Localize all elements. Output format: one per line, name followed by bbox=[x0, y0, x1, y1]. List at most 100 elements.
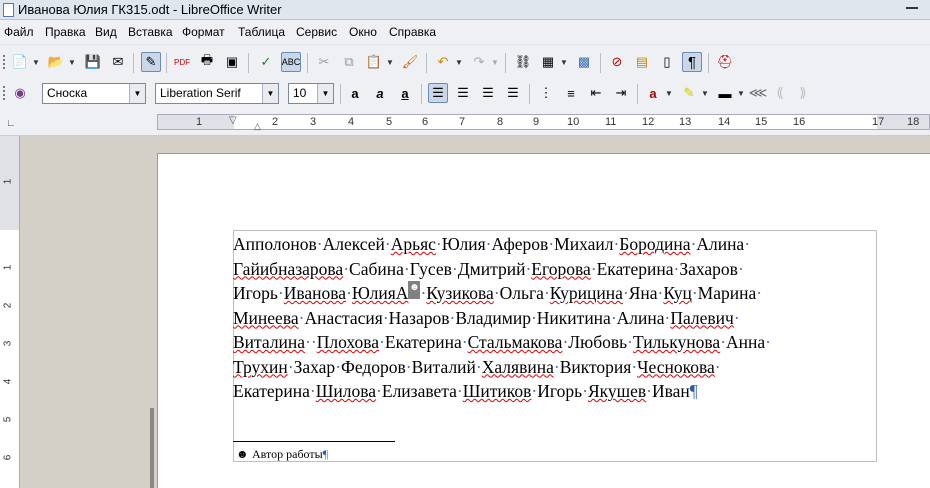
menu-help[interactable]: Справка bbox=[389, 25, 436, 39]
redo-icon[interactable]: ↷ bbox=[469, 52, 489, 72]
table-icon[interactable]: ▦ bbox=[538, 52, 558, 72]
word: Михаил bbox=[554, 234, 614, 254]
image-icon[interactable]: ▩ bbox=[574, 52, 594, 72]
window-title: Иванова Юлия ГК315.odt - LibreOffice Wri… bbox=[18, 2, 282, 17]
first-indent-marker[interactable]: ▽ bbox=[229, 115, 237, 126]
formatting-marks-icon[interactable]: ¶ bbox=[682, 52, 702, 72]
word: Виталий bbox=[411, 356, 476, 377]
footnote-area[interactable]: ☻ Автор работы¶ bbox=[236, 447, 328, 462]
highlight-icon[interactable]: ✎ bbox=[679, 83, 699, 103]
separator bbox=[307, 53, 308, 73]
ruler-number: 11 bbox=[605, 116, 617, 128]
ruler-number: 2 bbox=[2, 302, 14, 309]
word: Назаров bbox=[388, 307, 450, 328]
auto-spellcheck-icon[interactable]: ABC bbox=[281, 52, 301, 72]
email-icon[interactable]: ✉ bbox=[108, 52, 128, 72]
align-center-icon[interactable]: ☰ bbox=[453, 83, 473, 103]
menu-insert[interactable]: Вставка bbox=[128, 25, 173, 39]
open-icon[interactable]: 📂 bbox=[46, 52, 66, 72]
clear-formatting-icon[interactable]: ⋘ bbox=[748, 83, 768, 103]
ruler-number: 4 bbox=[348, 116, 355, 128]
menu-window[interactable]: Окно bbox=[349, 25, 377, 39]
numbering-icon[interactable]: ⋮ bbox=[536, 83, 556, 103]
separator bbox=[248, 53, 249, 73]
minimize-button[interactable] bbox=[906, 6, 918, 9]
chevron-down-icon[interactable]: ▼ bbox=[129, 84, 145, 103]
word: Марина bbox=[697, 283, 757, 303]
align-right-icon[interactable]: ☰ bbox=[478, 83, 498, 103]
ruler-number: 3 bbox=[310, 116, 317, 128]
paragraph-style-select[interactable]: Сноска ▼ bbox=[42, 83, 146, 104]
italic-icon[interactable]: a bbox=[370, 83, 390, 103]
word: Екатерина bbox=[596, 258, 674, 279]
styles-icon[interactable]: ◉ bbox=[10, 83, 30, 103]
underline-icon[interactable]: a bbox=[395, 83, 415, 103]
font-color-icon[interactable]: a bbox=[643, 83, 663, 103]
space-mark: · bbox=[744, 234, 751, 254]
increase-indent-icon[interactable]: ⇥ bbox=[611, 83, 631, 103]
chevron-down-icon[interactable]: ▼ bbox=[386, 58, 394, 67]
copy-icon[interactable]: ⧉ bbox=[339, 52, 359, 72]
ruler-number: 12 bbox=[642, 116, 655, 128]
gallery-icon[interactable]: ▤ bbox=[632, 52, 652, 72]
toolbar-grip[interactable] bbox=[3, 86, 9, 100]
help-icon[interactable]: ⛑ bbox=[715, 52, 735, 72]
data-sources-icon[interactable]: ▯ bbox=[657, 52, 677, 72]
document-body[interactable]: Апполонов · Алексей · Арьяс · Юлия · Аферов · Миха… bbox=[233, 232, 877, 404]
footnote-anchor[interactable]: ☻ bbox=[408, 281, 421, 299]
chevron-down-icon[interactable]: ▼ bbox=[68, 58, 76, 67]
spellcheck-icon[interactable]: ✓ bbox=[256, 52, 276, 72]
font-name-select[interactable]: Liberation Serif ▼ bbox=[155, 83, 279, 104]
chevron-down-icon[interactable]: ▼ bbox=[262, 84, 278, 103]
chevron-down-icon[interactable]: ▼ bbox=[491, 58, 499, 67]
undo-icon[interactable]: ↶ bbox=[433, 52, 453, 72]
chevron-down-icon[interactable]: ▼ bbox=[701, 89, 709, 98]
ruler-number: 15 bbox=[755, 116, 768, 128]
title-bar: Иванова Юлия ГК315.odt - LibreOffice Wri… bbox=[0, 0, 930, 20]
bold-icon[interactable]: a bbox=[345, 83, 365, 103]
left-to-right-icon[interactable]: ⟪ bbox=[770, 83, 790, 103]
hyperlink-icon[interactable]: ⛓ bbox=[513, 52, 533, 72]
chevron-down-icon[interactable]: ▼ bbox=[737, 89, 745, 98]
ruler-number: 6 bbox=[422, 116, 429, 128]
edit-mode-icon[interactable]: ✎ bbox=[141, 52, 161, 72]
new-document-icon[interactable]: 📄 bbox=[10, 52, 30, 72]
cut-icon[interactable]: ✂ bbox=[314, 52, 334, 72]
vertical-ruler[interactable]: 1 1 2 3 4 5 6 bbox=[0, 136, 20, 488]
tab-stop-selector[interactable]: ∟ bbox=[6, 118, 16, 129]
chevron-down-icon[interactable]: ▼ bbox=[665, 89, 673, 98]
text-line: Игорь·Иванова·ЮлияА☻·Кузикова·Ольга·Кури… bbox=[233, 281, 877, 306]
chevron-down-icon[interactable]: ▼ bbox=[560, 58, 568, 67]
chevron-down-icon[interactable]: ▼ bbox=[32, 58, 40, 67]
menu-tools[interactable]: Сервис bbox=[296, 25, 337, 39]
print-icon[interactable]: 🖶 bbox=[197, 52, 217, 72]
horizontal-ruler[interactable]: 1 ▽ △ 2 3 4 5 6 7 8 9 10 11 12 13 14 15 … bbox=[157, 114, 930, 132]
justify-icon[interactable]: ☰ bbox=[503, 83, 523, 103]
menu-format[interactable]: Формат bbox=[182, 25, 225, 39]
left-indent-marker[interactable]: △ bbox=[254, 121, 261, 132]
clone-formatting-icon[interactable]: 🖌 bbox=[400, 52, 420, 72]
navigator-icon[interactable]: ⊘ bbox=[607, 52, 627, 72]
menu-file[interactable]: Файл bbox=[4, 25, 34, 39]
footnote-separator bbox=[233, 441, 395, 442]
print-preview-icon[interactable]: ▣ bbox=[222, 52, 242, 72]
save-icon[interactable]: 💾 bbox=[83, 52, 103, 72]
chevron-down-icon[interactable]: ▼ bbox=[317, 84, 333, 103]
background-color-icon[interactable]: ▬ bbox=[715, 83, 735, 103]
decrease-indent-icon[interactable]: ⇤ bbox=[586, 83, 606, 103]
align-left-icon[interactable]: ☰ bbox=[428, 83, 448, 103]
menu-table[interactable]: Таблица bbox=[238, 25, 285, 39]
bullets-icon[interactable]: ≡ bbox=[561, 83, 581, 103]
font-size-select[interactable]: 10 ▼ bbox=[288, 83, 334, 104]
chevron-down-icon[interactable]: ▼ bbox=[455, 58, 463, 67]
word: Анастасия bbox=[304, 307, 383, 328]
export-pdf-icon[interactable]: PDF bbox=[172, 52, 192, 72]
separator bbox=[133, 53, 134, 73]
font-size-value: 10 bbox=[293, 86, 307, 100]
toolbar-grip[interactable] bbox=[3, 55, 9, 69]
word: Бородина bbox=[619, 234, 691, 254]
paste-icon[interactable]: 📋 bbox=[364, 52, 384, 72]
right-to-left-icon[interactable]: ⟫ bbox=[793, 83, 813, 103]
menu-edit[interactable]: Правка bbox=[45, 25, 86, 39]
menu-view[interactable]: Вид bbox=[95, 25, 117, 39]
